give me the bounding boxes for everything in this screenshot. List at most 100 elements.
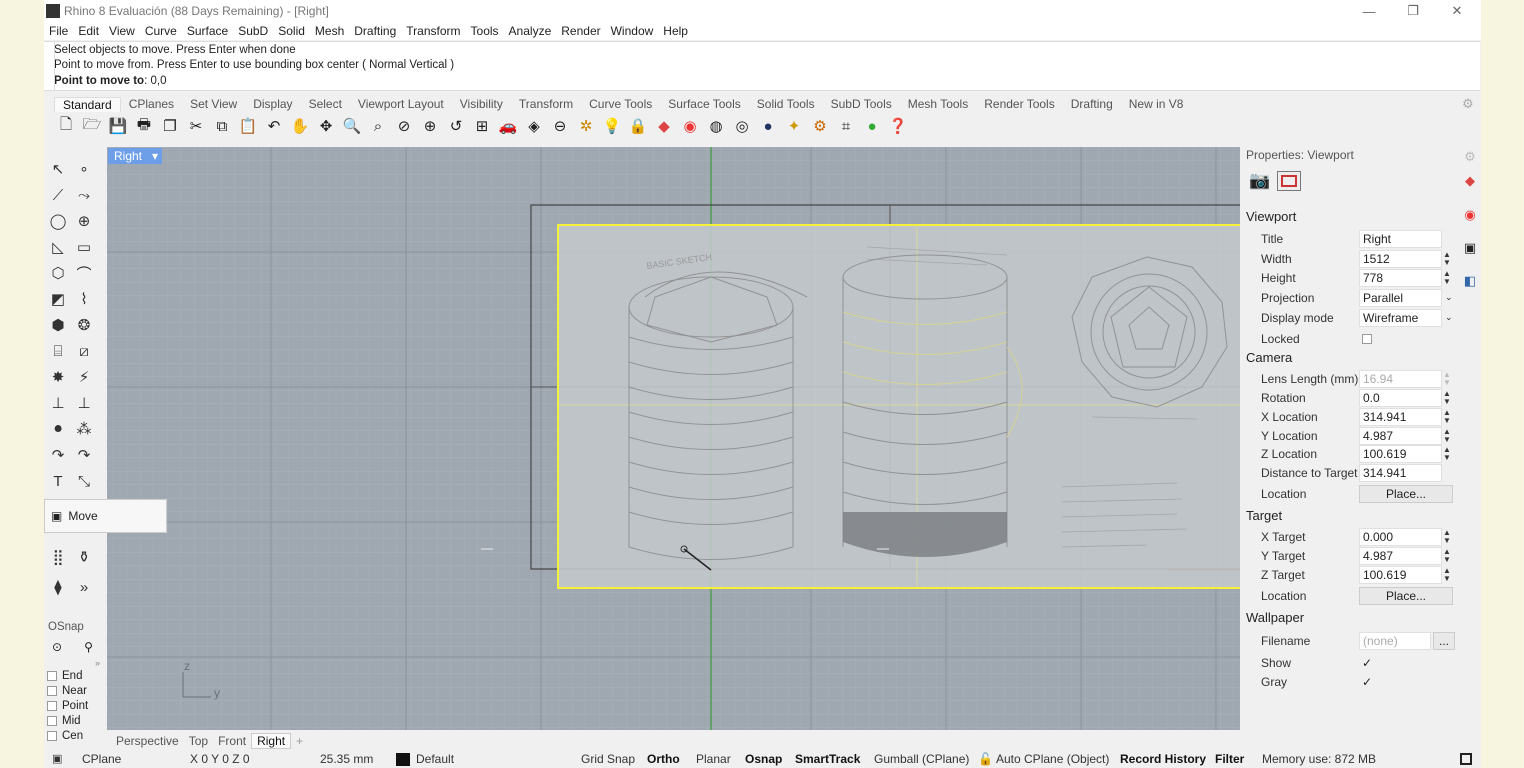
y-location-field[interactable]: 4.987 xyxy=(1359,426,1442,445)
status-grid-snap[interactable]: Grid Snap xyxy=(581,752,635,766)
ellipse-icon[interactable]: ⊕ xyxy=(72,210,96,232)
command-prompt[interactable]: Point to move to: 0,0 xyxy=(54,75,166,87)
undo-view-icon[interactable]: ↺ xyxy=(444,115,468,137)
filename-field[interactable]: (none) xyxy=(1359,631,1431,650)
text-icon[interactable]: T xyxy=(46,470,70,492)
menu-subd[interactable]: SubD xyxy=(233,24,273,38)
panel-gear-icon[interactable]: ⚙ xyxy=(1462,149,1478,165)
menu-curve[interactable]: Curve xyxy=(140,24,182,38)
gear-icon[interactable]: ⚙ xyxy=(808,115,832,137)
globe-green-icon[interactable]: ● xyxy=(860,115,884,137)
tab-new-in-v8[interactable]: New in V8 xyxy=(1121,97,1192,111)
import-icon[interactable]: ❐ xyxy=(158,115,182,137)
rectangle-icon[interactable]: ▭ xyxy=(72,236,96,258)
menu-render[interactable]: Render xyxy=(556,24,605,38)
tab-viewport-layout[interactable]: Viewport Layout xyxy=(350,97,452,111)
osnap-point[interactable]: Point xyxy=(44,698,104,713)
menu-tools[interactable]: Tools xyxy=(466,24,504,38)
tab-display[interactable]: Display xyxy=(245,97,300,111)
sweep-icon[interactable]: ⌇ xyxy=(72,288,96,310)
display-panel-icon[interactable]: ▣ xyxy=(1462,240,1478,256)
osnap-point-checkbox[interactable] xyxy=(47,700,57,711)
camera-icon[interactable]: 📷 xyxy=(1247,171,1273,191)
save-icon[interactable]: 💾 xyxy=(106,115,130,137)
zloc-stepper[interactable]: ▲ ▼ xyxy=(1443,445,1451,462)
rotation-field[interactable]: 0.0 xyxy=(1359,388,1442,407)
menu-solid[interactable]: Solid xyxy=(273,24,310,38)
sphere-icon[interactable]: ◍ xyxy=(704,115,728,137)
command-history[interactable]: Select objects to move. Press Enter when… xyxy=(44,41,1480,91)
distance-field[interactable]: 314.941 xyxy=(1359,463,1442,482)
osnap-filter-icon[interactable]: ⚲ xyxy=(84,640,93,654)
circle-icon[interactable]: ◯ xyxy=(46,210,70,232)
history-scrollbar[interactable] xyxy=(54,42,70,90)
yt-stepper[interactable]: ▲ ▼ xyxy=(1443,547,1451,564)
dimension-icon[interactable]: ⊥ xyxy=(46,392,70,414)
more-chevron-icon[interactable]: » xyxy=(72,576,96,598)
osnap-more-icon[interactable]: » xyxy=(44,658,104,668)
tab-visibility[interactable]: Visibility xyxy=(452,97,511,111)
status-smarttrack[interactable]: SmartTrack xyxy=(795,752,860,766)
browse-button[interactable]: ... xyxy=(1433,631,1455,650)
close-button[interactable]: ✕ xyxy=(1435,0,1479,22)
menu-transform[interactable]: Transform xyxy=(401,24,465,38)
tab-front[interactable]: Front xyxy=(213,734,251,748)
viewport-frame-icon[interactable] xyxy=(1277,171,1301,191)
cut-icon[interactable]: ✂ xyxy=(184,115,208,137)
rotate-view-icon[interactable]: ✥ xyxy=(314,115,338,137)
menu-view[interactable]: View xyxy=(104,24,140,38)
print-icon[interactable]: 🖶 xyxy=(132,115,156,137)
scale-icon[interactable]: ⤡ xyxy=(72,470,96,492)
polyline-icon[interactable]: ⟋ xyxy=(46,184,70,206)
point-icon[interactable]: ∘ xyxy=(72,158,96,180)
material-icon[interactable]: ● xyxy=(756,115,780,137)
yloc-stepper[interactable]: ▲ ▼ xyxy=(1443,427,1451,444)
menu-analyze[interactable]: Analyze xyxy=(504,24,557,38)
menu-help[interactable]: Help xyxy=(658,24,693,38)
osnap-near[interactable]: Near xyxy=(44,683,104,698)
align-icon[interactable]: ⊥ xyxy=(72,392,96,414)
zoom-extents-icon[interactable]: ⊘ xyxy=(392,115,416,137)
settings-gear-icon[interactable]: ⚙ xyxy=(1462,96,1474,112)
layers-panel-icon[interactable]: ◆ xyxy=(1462,173,1478,189)
arc-icon[interactable]: ◺ xyxy=(46,236,70,258)
array-dots-icon[interactable]: ⁂ xyxy=(72,418,96,440)
osnap-cen-checkbox[interactable] xyxy=(47,730,57,741)
explode-icon[interactable]: ✸ xyxy=(46,366,70,388)
z-location-field[interactable]: 100.619 xyxy=(1359,444,1442,463)
help-icon[interactable]: ❓ xyxy=(886,115,910,137)
menu-window[interactable]: Window xyxy=(606,24,659,38)
globe-icon[interactable]: ◎ xyxy=(730,115,754,137)
zoom-icon[interactable]: 🔍 xyxy=(340,115,364,137)
copy-icon[interactable]: ⧉ xyxy=(210,115,234,137)
snap-icon[interactable]: ✲ xyxy=(574,115,598,137)
pan-icon[interactable]: ✋ xyxy=(288,115,312,137)
height-stepper[interactable]: ▲ ▼ xyxy=(1443,269,1451,286)
osnap-target-icon[interactable]: ⊙ xyxy=(52,640,62,654)
tab-curve-tools[interactable]: Curve Tools xyxy=(581,97,660,111)
status-record-history[interactable]: Record History xyxy=(1120,752,1206,766)
height-field[interactable]: 778 xyxy=(1359,268,1442,287)
blend-icon[interactable]: ↷ xyxy=(72,444,96,466)
tab-subd-tools[interactable]: SubD Tools xyxy=(823,97,900,111)
rotation-stepper[interactable]: ▲ ▼ xyxy=(1443,389,1451,406)
boolean-icon[interactable]: ❂ xyxy=(72,314,96,336)
extinguisher-icon[interactable]: ⚱ xyxy=(72,546,96,568)
title-field[interactable]: Right xyxy=(1359,229,1442,248)
xloc-stepper[interactable]: ▲ ▼ xyxy=(1443,408,1451,425)
transform-icon[interactable]: ⧫ xyxy=(46,576,70,598)
cylinder-icon[interactable]: ⌸ xyxy=(46,340,70,362)
tab-solid-tools[interactable]: Solid Tools xyxy=(749,97,823,111)
tab-render-tools[interactable]: Render Tools xyxy=(976,97,1063,111)
tab-right[interactable]: Right xyxy=(251,733,292,749)
zt-stepper[interactable]: ▲ ▼ xyxy=(1443,566,1451,583)
add-viewport-tab-icon[interactable]: + xyxy=(291,734,308,748)
layer-icon[interactable]: ◆ xyxy=(652,115,676,137)
y-target-field[interactable]: 4.987 xyxy=(1359,546,1442,565)
menu-surface[interactable]: Surface xyxy=(182,24,233,38)
zoom-window-icon[interactable]: ⌕ xyxy=(366,115,390,137)
x-location-field[interactable]: 314.941 xyxy=(1359,407,1442,426)
tab-standard[interactable]: Standard xyxy=(54,96,121,112)
open-file-icon[interactable]: 🗁 xyxy=(80,115,104,137)
trim-icon[interactable]: ⚡ xyxy=(72,366,96,388)
